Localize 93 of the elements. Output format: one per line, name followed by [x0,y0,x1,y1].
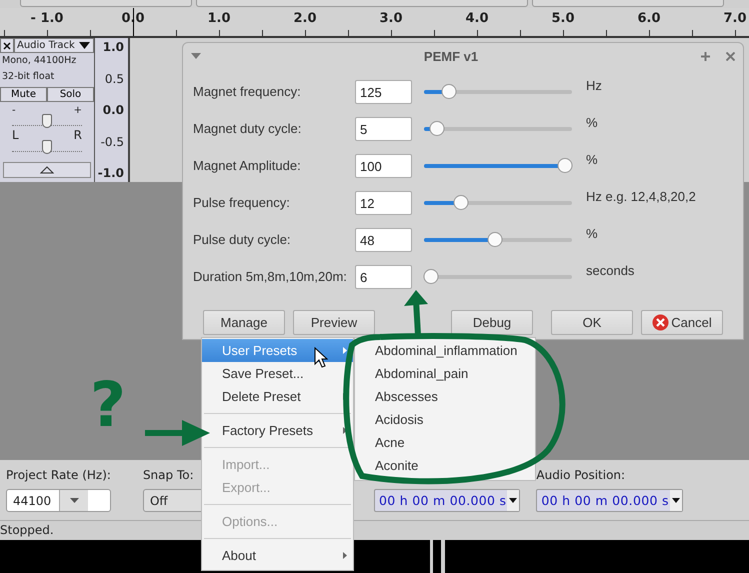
unit-label: seconds [586,263,634,278]
window-title: PEMF v1 [422,48,480,64]
dropdown-arrow-icon [672,498,680,503]
hand-drawn-arrow [404,290,428,336]
selection-start-field[interactable]: 00 h 00 m 00.000 s [374,489,520,512]
ruler-label: 3.0 [379,11,403,26]
menu-item[interactable]: Acidosis [355,408,535,431]
menu-item[interactable]: Factory Presets [202,419,353,442]
parameter-field[interactable]: 6 [355,265,412,289]
unit-label: Hz e.g. 12,4,8,20,2 [586,189,696,204]
track-button[interactable]: Mute [0,87,47,102]
menu-item[interactable]: Aconite [355,454,535,477]
dialog-button[interactable]: Cancel [641,310,723,335]
slider-thumb[interactable] [557,158,572,173]
slider-thumb[interactable] [442,84,457,99]
cancel-icon [652,314,670,331]
dialog-button[interactable]: Preview [293,310,375,335]
ruler-label: 4.0 [465,11,489,26]
project-rate-combo[interactable]: 44100 [6,489,111,512]
submenu-arrow-icon [343,552,347,559]
menu-item[interactable]: Abdominal_inflammation [355,339,535,362]
gain-plus: + [74,105,82,116]
menu-item[interactable]: Acne [355,431,535,454]
parameter-field[interactable]: 12 [355,191,412,215]
close-icon[interactable] [0,38,14,53]
unit-label: % [586,152,598,167]
menu-caret-icon[interactable] [191,53,201,59]
ruler-label: 2.0 [293,11,317,26]
ruler-label: - 1.0 [30,11,64,26]
snap-to-label: Snap To: [142,468,195,484]
menu-item[interactable]: Delete Preset [202,385,353,408]
dialog-button[interactable]: OK [551,310,633,335]
project-rate-label: Project Rate (Hz): [6,468,111,484]
slider-thumb[interactable] [454,195,468,210]
pan-slider-thumb[interactable] [42,140,52,154]
mouse-cursor-icon [314,347,328,368]
parameter-slider[interactable] [424,269,572,285]
submenu-arrow-icon [343,427,347,434]
menu-item[interactable]: Abscesses [355,385,535,408]
parameter-label: Magnet duty cycle: [193,120,302,136]
audio-position-field[interactable]: 00 h 00 m 00.000 s [536,489,683,512]
ruler-label: 1.0 [207,11,231,26]
parameter-slider[interactable] [424,195,572,211]
slider-thumb[interactable] [488,232,503,247]
pan-right-label: R [74,128,82,142]
track-info: Mono, 44100Hz [1,54,78,68]
parameter-slider[interactable] [424,232,572,248]
scale-label: 0.0 [102,103,124,117]
slider-thumb[interactable] [424,269,439,284]
dialog-button[interactable]: Debug [451,310,533,335]
scale-label: -1.0 [98,166,124,180]
parameter-label: Pulse frequency: [193,194,291,210]
gain-slider-thumb[interactable] [42,114,52,128]
parameter-label: Magnet Amplitude: [193,157,302,173]
menu-item[interactable]: About [202,544,353,567]
parameter-label: Magnet frequency: [193,83,302,99]
maximize-icon[interactable] [701,52,710,60]
hand-drawn-question-mark: ? [90,374,126,436]
track-info: 32-bit float [1,70,56,84]
ruler-label: 5.0 [551,11,575,26]
submenu-arrow-icon [343,347,347,354]
scale-label: 1.0 [102,40,124,54]
menu-item[interactable]: Save Preset... [202,362,353,385]
parameter-field[interactable]: 5 [355,117,412,141]
parameter-slider[interactable] [424,84,572,100]
unit-label: % [586,226,598,241]
unit-label: % [586,115,598,130]
dropdown-arrow-icon [78,42,90,49]
parameter-label: Duration 5m,8m,10m,20m: [193,268,348,284]
collapse-button[interactable] [3,162,91,178]
pan-left-label: L [12,128,19,142]
ruler-label: 6.0 [637,11,661,26]
track-button[interactable]: Solo [47,87,94,102]
track-name-dropdown[interactable]: Audio Track [14,38,94,53]
hand-drawn-arrow [145,420,210,446]
ruler-label: 7.0 [723,11,747,26]
parameter-slider[interactable] [424,158,572,174]
dropdown-arrow-icon [70,498,78,503]
scale-label: -0.5 [100,134,124,148]
scale-label: 0.5 [104,72,124,86]
parameter-slider[interactable] [424,121,572,137]
menu-item[interactable]: Abdominal_pain [355,362,535,385]
slider-thumb[interactable] [430,121,445,136]
triangle-icon [40,166,54,174]
parameter-field[interactable]: 100 [355,154,412,178]
parameter-field[interactable]: 125 [355,80,412,104]
parameter-label: Pulse duty cycle: [193,231,292,247]
unit-label: Hz [586,78,602,93]
gain-minus: - [12,105,16,116]
audio-position-label: Audio Position: [536,468,626,484]
dialog-button[interactable]: Manage [203,310,285,335]
dropdown-arrow-icon [509,498,518,503]
parameter-field[interactable]: 48 [355,228,412,252]
